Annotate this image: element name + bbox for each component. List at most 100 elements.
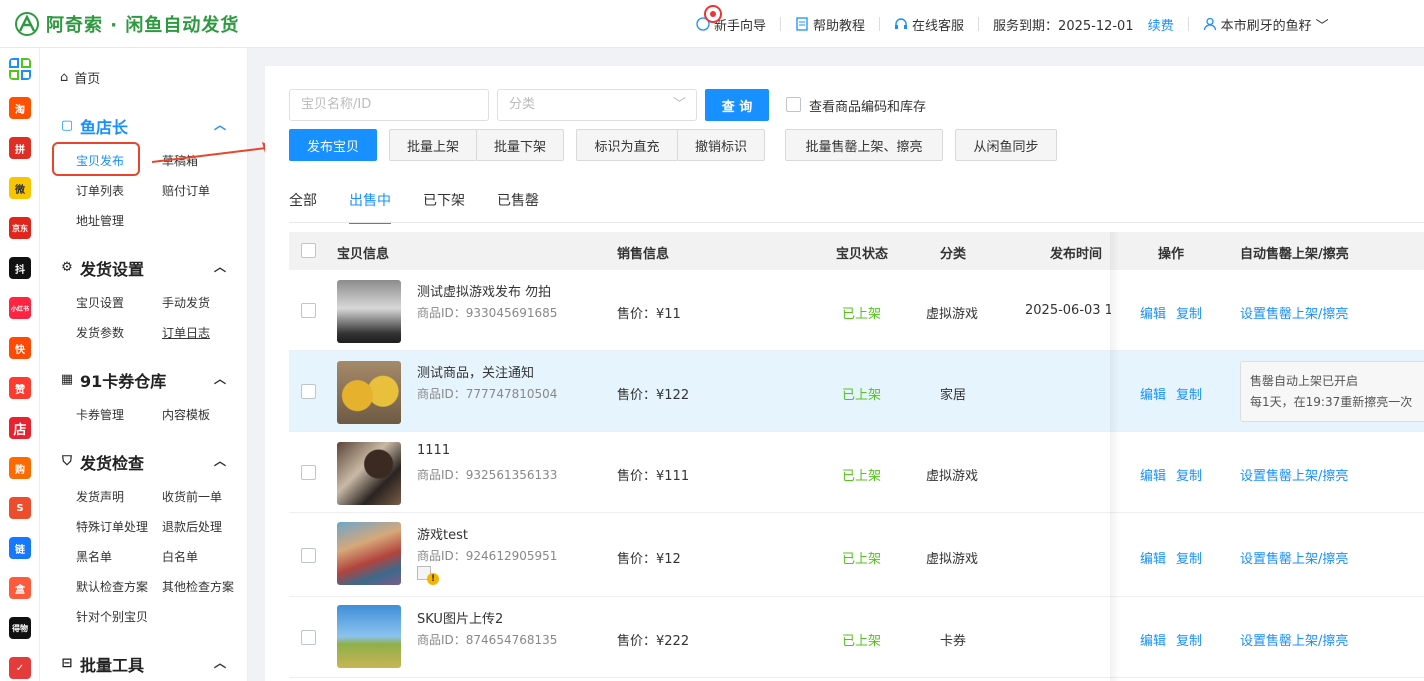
section-batch-tools[interactable]: ⊟ 批量工具 ︿ bbox=[60, 652, 228, 676]
batch-delist-button[interactable]: 批量下架 bbox=[476, 129, 564, 161]
show-code-stock-checkbox[interactable] bbox=[786, 97, 801, 112]
sidebar-item-order-log[interactable]: 订单日志 bbox=[162, 324, 210, 341]
app-douyin-icon[interactable]: 抖 bbox=[9, 257, 31, 279]
product-thumbnail[interactable] bbox=[337, 361, 401, 424]
product-category: 卡券 bbox=[940, 634, 967, 649]
app-pinduoduo-icon[interactable]: 拼 bbox=[9, 137, 31, 159]
category-placeholder: 分类 bbox=[509, 97, 536, 112]
nav-help[interactable]: 帮助教程 bbox=[795, 0, 865, 48]
app-check-icon[interactable]: ✓ bbox=[9, 657, 31, 679]
sidebar-item-manual-delivery[interactable]: 手动发货 bbox=[162, 294, 210, 311]
product-id: 商品ID：874654768135 bbox=[417, 633, 558, 647]
sync-xianyu-button[interactable]: 从闲鱼同步 bbox=[955, 129, 1057, 161]
set-auto-relist-link[interactable]: 设置售罄上架/擦亮 bbox=[1240, 303, 1348, 322]
category-select[interactable]: 分类 ﹀ bbox=[497, 89, 697, 121]
section-delivery-settings[interactable]: ⚙ 发货设置 ︿ bbox=[60, 256, 228, 280]
sidebar-item-card-manage[interactable]: 卡券管理 bbox=[76, 406, 124, 423]
product-name[interactable]: 1111 bbox=[417, 443, 450, 458]
copy-link[interactable]: 复制 bbox=[1176, 548, 1202, 567]
sidebar-item-address[interactable]: 地址管理 bbox=[76, 212, 124, 229]
edit-link[interactable]: 编辑 bbox=[1140, 303, 1166, 322]
sidebar-item-blacklist[interactable]: 黑名单 bbox=[76, 548, 112, 565]
row-checkbox[interactable] bbox=[301, 630, 316, 645]
mark-direct-recharge-button[interactable]: 标识为直充 bbox=[576, 129, 678, 161]
batch-soldout-polish-button[interactable]: 批量售罄上架、擦亮 bbox=[785, 129, 943, 161]
sidebar-item-orders[interactable]: 订单列表 bbox=[76, 182, 124, 199]
item-search-input[interactable]: 宝贝名称/ID bbox=[289, 89, 489, 121]
copy-link[interactable]: 复制 bbox=[1176, 465, 1202, 484]
sidebar-item-before-receipt[interactable]: 收货前一单 bbox=[162, 488, 222, 505]
product-name[interactable]: 测试虚拟游戏发布 勿拍 bbox=[417, 281, 551, 300]
app-jd-icon[interactable]: 京东 bbox=[9, 217, 31, 239]
warning-icon[interactable]: ! bbox=[427, 573, 439, 585]
tab-sold-out[interactable]: 已售罄 bbox=[497, 190, 539, 216]
row-checkbox[interactable] bbox=[301, 384, 316, 399]
app-shopee-icon[interactable]: S bbox=[9, 497, 31, 519]
row-checkbox[interactable] bbox=[301, 303, 316, 318]
product-price: 售价：¥111 bbox=[617, 469, 690, 484]
sidebar-item-compensation[interactable]: 赔付订单 bbox=[162, 182, 210, 199]
sidebar-item-special-orders[interactable]: 特殊订单处理 bbox=[76, 518, 148, 535]
app-dewu-icon[interactable]: 得物 bbox=[9, 617, 31, 639]
app-xiaohongshu-icon[interactable]: 小红书 bbox=[9, 297, 31, 319]
sidebar-item-content-template[interactable]: 内容模板 bbox=[162, 406, 210, 423]
product-name[interactable]: SKU图片上传2 bbox=[417, 608, 503, 627]
nav-service[interactable]: 在线客服 bbox=[894, 0, 964, 48]
app-box-icon[interactable]: 盒 bbox=[9, 577, 31, 599]
header-status: 宝贝状态 bbox=[836, 247, 889, 262]
sidebar-item-item-settings[interactable]: 宝贝设置 bbox=[76, 294, 124, 311]
app-like-icon[interactable]: 赞 bbox=[9, 377, 31, 399]
app-shop-icon[interactable]: 店 bbox=[9, 417, 31, 439]
app-weidian-icon[interactable]: 微 bbox=[9, 177, 31, 199]
sidebar-item-default-check[interactable]: 默认检查方案 bbox=[76, 578, 148, 595]
copy-link[interactable]: 复制 bbox=[1176, 630, 1202, 649]
gear-icon: ⚙ bbox=[61, 260, 73, 275]
batch-list-button[interactable]: 批量上架 bbox=[389, 129, 477, 161]
status-tabs: 全部 出售中 已下架 已售罄 bbox=[289, 190, 571, 224]
nav-guide[interactable]: 新手向导 bbox=[696, 0, 766, 48]
select-all-checkbox[interactable] bbox=[301, 243, 316, 258]
product-thumbnail[interactable] bbox=[337, 605, 401, 668]
set-auto-relist-link[interactable]: 设置售罄上架/擦亮 bbox=[1240, 548, 1348, 567]
sidebar-item-specific-items[interactable]: 针对个别宝贝 bbox=[76, 608, 148, 625]
section-card-warehouse[interactable]: ▦ 91卡券仓库 ︿ bbox=[60, 368, 228, 392]
product-id: 商品ID：924612905951 bbox=[417, 549, 558, 563]
product-thumbnail[interactable] bbox=[337, 442, 401, 505]
sidebar-item-delivery-params[interactable]: 发货参数 bbox=[76, 324, 124, 341]
revoke-mark-button[interactable]: 撤销标识 bbox=[677, 129, 765, 161]
sidebar-item-whitelist[interactable]: 白名单 bbox=[162, 548, 198, 565]
app-kuaishou-icon[interactable]: 快 bbox=[9, 337, 31, 359]
copy-link[interactable]: 复制 bbox=[1176, 303, 1202, 322]
edit-link[interactable]: 编辑 bbox=[1140, 465, 1166, 484]
app-taobao-icon[interactable]: 淘 bbox=[9, 97, 31, 119]
grid-menu-icon[interactable] bbox=[9, 58, 31, 80]
product-thumbnail[interactable] bbox=[337, 522, 401, 585]
product-thumbnail[interactable] bbox=[337, 280, 401, 343]
row-checkbox[interactable] bbox=[301, 465, 316, 480]
edit-link[interactable]: 编辑 bbox=[1140, 630, 1166, 649]
product-name[interactable]: 测试商品，关注通知 bbox=[417, 362, 534, 381]
user-menu[interactable]: 本市刷牙的鱼籽 ﹀ bbox=[1203, 0, 1329, 48]
section-delivery-check[interactable]: ⛉ 发货检查 ︿ bbox=[60, 450, 228, 474]
set-auto-relist-link[interactable]: 设置售罄上架/擦亮 bbox=[1240, 465, 1348, 484]
renew-link[interactable]: 续费 bbox=[1148, 0, 1174, 48]
sidebar-item-after-refund[interactable]: 退款后处理 bbox=[162, 518, 222, 535]
sidebar-item-delivery-statement[interactable]: 发货声明 bbox=[76, 488, 124, 505]
sidebar-item-other-check[interactable]: 其他检查方案 bbox=[162, 578, 234, 595]
tab-on-sale[interactable]: 出售中 bbox=[349, 190, 391, 224]
copy-link[interactable]: 复制 bbox=[1176, 384, 1202, 403]
set-auto-relist-link[interactable]: 设置售罄上架/擦亮 bbox=[1240, 630, 1348, 649]
product-name[interactable]: 游戏test bbox=[417, 524, 468, 543]
brand-logo[interactable]: 阿奇索 · 闲鱼自动发货 bbox=[14, 10, 239, 38]
publish-item-button[interactable]: 发布宝贝 bbox=[289, 129, 377, 161]
tab-delisted[interactable]: 已下架 bbox=[423, 190, 465, 216]
query-button[interactable]: 查 询 bbox=[705, 89, 769, 121]
edit-link[interactable]: 编辑 bbox=[1140, 384, 1166, 403]
edit-link[interactable]: 编辑 bbox=[1140, 548, 1166, 567]
section-fish-manager[interactable]: ▢ 鱼店长 ︿ bbox=[60, 114, 228, 138]
row-checkbox[interactable] bbox=[301, 548, 316, 563]
app-bag-icon[interactable]: 购 bbox=[9, 457, 31, 479]
sidebar-item-home[interactable]: ⌂ 首页 bbox=[60, 68, 100, 87]
tab-all[interactable]: 全部 bbox=[289, 190, 317, 216]
app-link-icon[interactable]: 链 bbox=[9, 537, 31, 559]
